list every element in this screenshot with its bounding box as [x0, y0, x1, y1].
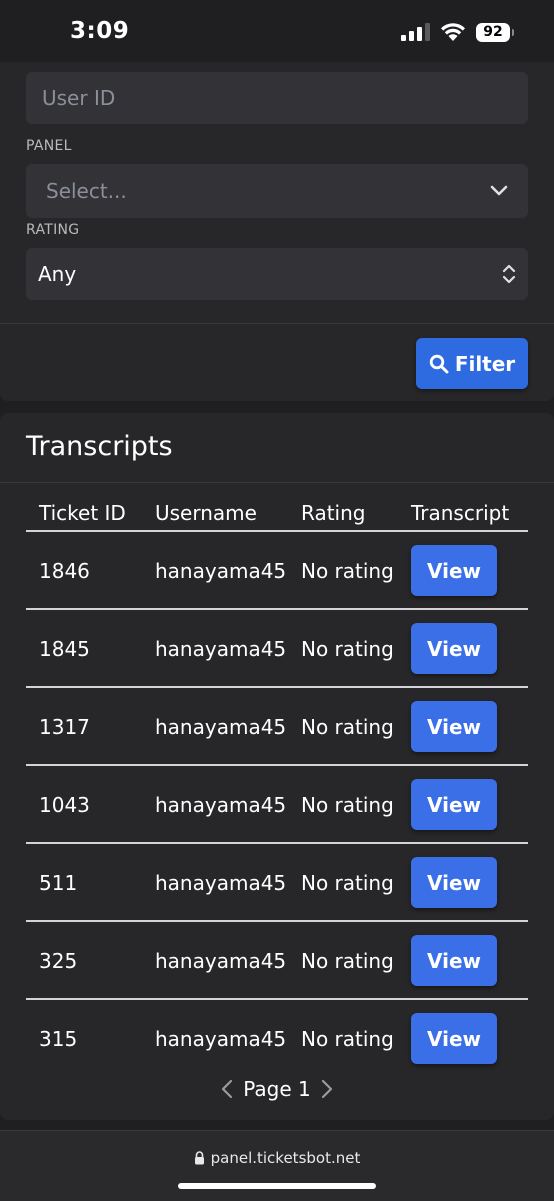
ticket-id: 1317 — [39, 715, 90, 739]
filter-button-label: Filter — [454, 351, 516, 376]
rating-select-value: Any — [38, 262, 77, 286]
username: hanayama45 — [155, 793, 287, 817]
panel-label: PANEL — [26, 138, 72, 154]
chevron-left-icon[interactable] — [221, 1079, 233, 1099]
rating: No rating — [301, 637, 394, 661]
filter-card: PANEL Select... RATING Any Filter — [0, 62, 554, 401]
rating: No rating — [301, 715, 394, 739]
username: hanayama45 — [155, 715, 287, 739]
ticket-id: 1846 — [39, 559, 90, 583]
table-row: 511 hanayama45 No rating View — [26, 844, 528, 922]
wifi-icon — [441, 23, 465, 41]
view-transcript-button[interactable]: View — [411, 857, 497, 908]
view-transcript-button[interactable]: View — [411, 623, 497, 674]
home-indicator — [178, 1183, 376, 1189]
rating: No rating — [301, 871, 394, 895]
username: hanayama45 — [155, 871, 287, 895]
table-row: 315 hanayama45 No rating View — [26, 1000, 528, 1076]
ticket-id: 1845 — [39, 637, 90, 661]
view-transcript-button[interactable]: View — [411, 1013, 497, 1064]
rating: No rating — [301, 559, 394, 583]
ticket-id: 315 — [39, 1027, 78, 1051]
signal-icon — [401, 23, 430, 41]
ticket-id: 511 — [39, 871, 78, 895]
address-bar[interactable]: panel.ticketsbot.net — [0, 1149, 554, 1167]
chevron-right-icon[interactable] — [321, 1079, 333, 1099]
rating: No rating — [301, 793, 394, 817]
panel-select[interactable]: Select... — [26, 164, 528, 218]
rating: No rating — [301, 1027, 394, 1051]
filter-divider — [0, 323, 554, 324]
page-indicator: Page 1 — [243, 1077, 311, 1101]
table-row: 1043 hanayama45 No rating View — [26, 766, 528, 844]
browser-bottom-bar: panel.ticketsbot.net — [0, 1130, 554, 1201]
title-divider — [0, 482, 554, 483]
column-header-username: Username — [155, 501, 257, 525]
table-row: 1317 hanayama45 No rating View — [26, 688, 528, 766]
filter-button[interactable]: Filter — [416, 338, 528, 389]
user-id-input[interactable] — [26, 72, 528, 124]
panel-select-placeholder: Select... — [46, 179, 127, 203]
table-row: 325 hanayama45 No rating View — [26, 922, 528, 1000]
table-row: 1845 hanayama45 No rating View — [26, 610, 528, 688]
status-time: 3:09 — [70, 18, 130, 44]
url-text: panel.ticketsbot.net — [210, 1149, 361, 1167]
username: hanayama45 — [155, 637, 287, 661]
status-bar: 3:09 92 — [0, 0, 554, 62]
battery-icon: 92 — [476, 22, 514, 42]
search-icon — [429, 354, 449, 373]
transcripts-card: Transcripts Ticket ID Username Rating Tr… — [0, 413, 554, 1120]
chevron-down-icon — [490, 185, 508, 196]
view-transcript-button[interactable]: View — [411, 701, 497, 752]
battery-level: 92 — [483, 24, 503, 40]
transcripts-title: Transcripts — [26, 431, 173, 462]
username: hanayama45 — [155, 559, 287, 583]
view-transcript-button[interactable]: View — [411, 935, 497, 986]
view-transcript-button[interactable]: View — [411, 779, 497, 830]
column-header-rating: Rating — [301, 501, 366, 525]
table-row: 1846 hanayama45 No rating View — [26, 532, 528, 610]
rating-label: RATING — [26, 222, 80, 238]
transcripts-table: Ticket ID Username Rating Transcript 184… — [26, 493, 528, 1076]
rating: No rating — [301, 949, 394, 973]
ticket-id: 1043 — [39, 793, 90, 817]
username: hanayama45 — [155, 949, 287, 973]
table-header: Ticket ID Username Rating Transcript — [26, 493, 528, 532]
ticket-id: 325 — [39, 949, 78, 973]
column-header-ticket-id: Ticket ID — [39, 501, 126, 525]
column-header-transcript: Transcript — [411, 501, 510, 525]
chevron-up-down-icon — [502, 264, 516, 284]
status-icons: 92 — [401, 22, 514, 42]
view-transcript-button[interactable]: View — [411, 545, 497, 596]
username: hanayama45 — [155, 1027, 287, 1051]
rating-select[interactable]: Any — [26, 248, 528, 300]
pagination: Page 1 — [0, 1077, 554, 1101]
lock-icon — [194, 1151, 204, 1165]
